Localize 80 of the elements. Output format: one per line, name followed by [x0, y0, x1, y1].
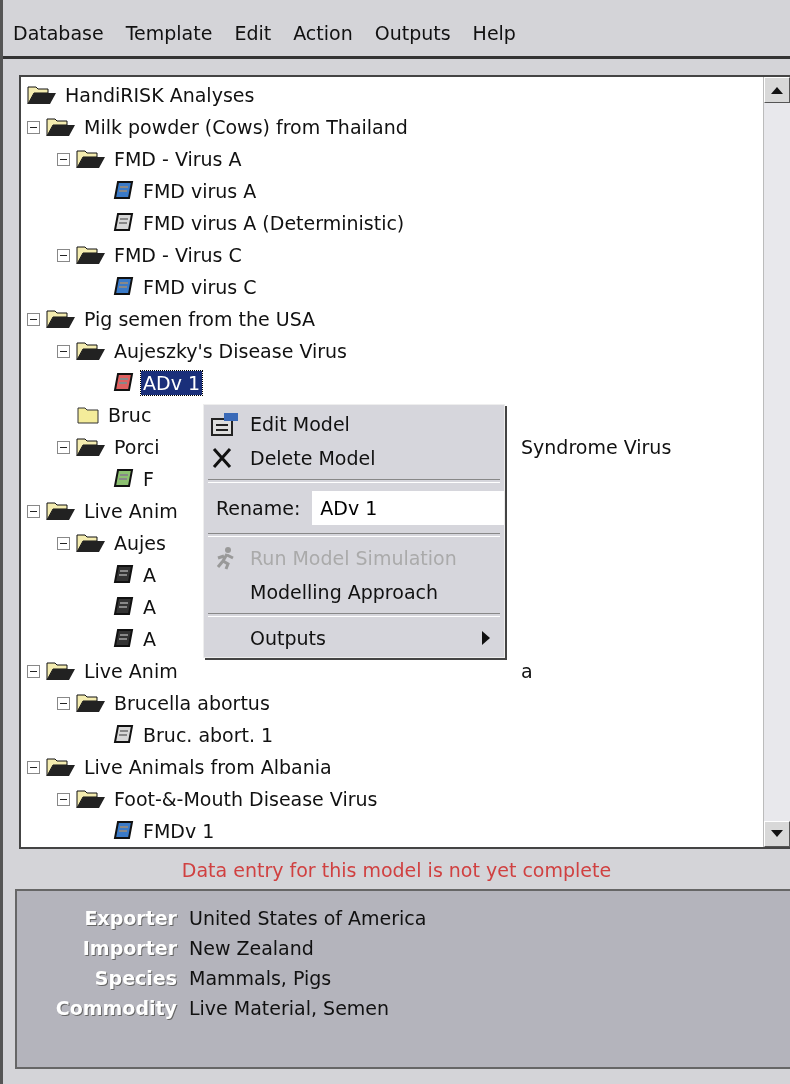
tree-item[interactable]: Foot-&-Mouth Disease Virus	[112, 787, 380, 811]
open-folder-icon	[76, 149, 106, 169]
scroll-up-button[interactable]	[764, 77, 790, 103]
tree-item[interactable]: Live Anim	[82, 659, 180, 683]
open-folder-icon	[76, 245, 106, 265]
open-folder-icon	[46, 757, 76, 777]
detail-value: Mammals, Pigs	[189, 967, 333, 989]
tree-item[interactable]: HandiRISK Analyses	[63, 83, 257, 107]
open-folder-icon	[46, 661, 76, 681]
collapse-toggle[interactable]	[27, 120, 40, 134]
open-folder-icon	[76, 693, 106, 713]
detail-value: New Zealand	[189, 937, 315, 959]
menu-item[interactable]: Modelling Approach	[204, 575, 504, 609]
tree-item[interactable]: Milk powder (Cows) from Thailand	[82, 115, 410, 139]
down-arrow-icon	[771, 830, 783, 838]
open-folder-icon	[76, 533, 106, 553]
open-folder-icon	[27, 85, 57, 105]
open-folder-icon	[76, 341, 106, 361]
tree-item[interactable]: Syndrome Virus	[521, 436, 672, 458]
collapse-toggle[interactable]	[57, 152, 70, 166]
tree-item[interactable]: Live Animals from Albania	[82, 755, 334, 779]
tree-item[interactable]: Porci	[112, 435, 162, 459]
detail-label: Commodity	[54, 997, 177, 1019]
tree-item[interactable]: A	[141, 595, 158, 619]
open-folder-icon	[76, 789, 106, 809]
collapse-toggle[interactable]	[57, 344, 70, 358]
scrollbar[interactable]	[763, 77, 790, 847]
menu-bar-item[interactable]: Action	[293, 22, 353, 44]
status-message: Data entry for this model is not yet complete	[180, 858, 613, 883]
collapse-toggle[interactable]	[27, 504, 40, 518]
collapse-toggle[interactable]	[57, 792, 70, 806]
tree-item[interactable]: Aujes	[112, 531, 168, 555]
menu-item[interactable]: Outputs	[204, 621, 504, 655]
tree-item[interactable]: F	[141, 467, 156, 491]
detail-label: Species	[93, 967, 177, 989]
tree-item[interactable]: A	[141, 627, 158, 651]
tree-item[interactable]: FMD virus A	[141, 179, 259, 203]
collapse-toggle[interactable]	[27, 760, 40, 774]
tree-item[interactable]: Bruc. abort. 1	[141, 723, 276, 747]
tree-item[interactable]: FMD virus A (Deterministic)	[141, 211, 407, 235]
edit-form-icon	[210, 411, 240, 437]
tree-item[interactable]: Live Anim	[82, 499, 180, 523]
collapse-toggle[interactable]	[57, 536, 70, 550]
tree-item[interactable]: FMDv 1	[141, 819, 217, 843]
tree-item[interactable]: FMD - Virus C	[112, 243, 244, 267]
open-folder-icon	[76, 437, 106, 457]
up-arrow-icon	[771, 86, 783, 94]
tree-item[interactable]: FMD - Virus A	[112, 147, 244, 171]
menu-bar-item[interactable]: Template	[125, 22, 213, 44]
tree-item[interactable]: A	[141, 563, 158, 587]
menu-bar-item[interactable]: Outputs	[374, 22, 451, 44]
tree-item[interactable]: Pig semen from the USA	[82, 307, 318, 331]
detail-value: Live Material, Semen	[189, 997, 391, 1019]
tree-item[interactable]: a	[521, 660, 533, 682]
menu-bar-item[interactable]: Database	[13, 22, 104, 44]
menu-item[interactable]: Edit Model	[204, 407, 504, 441]
collapse-toggle[interactable]	[27, 664, 40, 678]
collapse-toggle[interactable]	[27, 312, 40, 326]
menu-bar-item[interactable]: Help	[472, 22, 516, 44]
delete-icon	[210, 446, 234, 470]
tree-item[interactable]: Bruc	[106, 403, 154, 427]
tree-item[interactable]: Brucella abortus	[112, 691, 272, 715]
tree-item[interactable]: FMD virus C	[141, 275, 259, 299]
menu-item[interactable]: Delete Model	[204, 441, 504, 475]
tree-item[interactable]: ADv 1	[141, 371, 202, 395]
collapse-toggle[interactable]	[57, 248, 70, 262]
collapse-toggle[interactable]	[57, 696, 70, 710]
detail-value: United States of America	[189, 907, 428, 929]
open-folder-icon	[46, 309, 76, 329]
submenu-arrow-icon	[482, 631, 490, 645]
detail-label: Exporter	[83, 907, 177, 929]
rename-field[interactable]: ADv 1	[312, 491, 504, 525]
detail-label: Importer	[81, 937, 177, 959]
tree-item[interactable]: Aujeszky's Disease Virus	[112, 339, 349, 363]
rename-label: Rename:	[216, 497, 301, 519]
scroll-down-button[interactable]	[764, 821, 790, 847]
collapse-toggle[interactable]	[57, 440, 70, 454]
open-folder-icon	[46, 501, 76, 521]
menu-bar-item[interactable]: Edit	[234, 22, 272, 44]
open-folder-icon	[46, 117, 76, 137]
